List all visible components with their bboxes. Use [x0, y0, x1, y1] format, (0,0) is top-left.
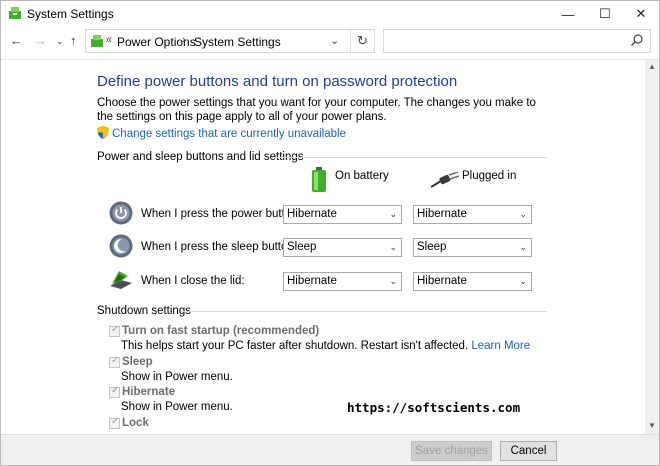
laptop-lid-icon	[110, 271, 132, 289]
scroll-down-icon[interactable]: ▼	[648, 421, 656, 430]
column-plugged-in: Plugged in	[462, 170, 517, 182]
fast-startup-checkbox[interactable]	[109, 324, 120, 337]
scroll-up-icon[interactable]: ▲	[648, 62, 656, 71]
chevron-down-icon: ⌄	[519, 209, 527, 219]
hibernate-checkbox[interactable]	[109, 385, 120, 398]
fast-startup-desc: This helps start your PC faster after sh…	[121, 340, 530, 352]
select-value: Hibernate	[287, 208, 337, 220]
lock-label[interactable]: Lock	[122, 417, 149, 429]
learn-more-link[interactable]: Learn More	[471, 340, 530, 352]
chevron-down-icon: ⌄	[519, 276, 527, 286]
change-settings-link[interactable]: Change settings that are currently unava…	[97, 126, 346, 140]
control-panel-icon	[91, 35, 103, 47]
change-settings-label[interactable]: Change settings that are currently unava…	[112, 128, 346, 140]
watermark-text: https://softscients.com	[347, 400, 521, 415]
window-title: System Settings	[27, 7, 114, 21]
search-icon[interactable]	[630, 33, 644, 47]
hibernate-label[interactable]: Hibernate	[122, 386, 175, 398]
address-dropdown-icon[interactable]: ⌄	[330, 34, 339, 47]
sleep-desc: Show in Power menu.	[121, 371, 233, 383]
hibernate-desc: Show in Power menu.	[121, 401, 233, 413]
power-button-label: When I press the power button:	[141, 208, 301, 220]
maximize-button[interactable]: ☐	[586, 1, 624, 27]
search-input[interactable]	[383, 29, 651, 53]
close-lid-plugged-select[interactable]: Hibernate ⌄	[413, 272, 532, 291]
navigation-bar: ← → ⌄ ↑ « Power Options › System Setting…	[1, 27, 659, 57]
select-value: Hibernate	[287, 275, 337, 287]
address-overflow-icon[interactable]: «	[106, 34, 112, 46]
breadcrumb-separator-icon[interactable]: ›	[182, 34, 186, 46]
section-divider	[181, 311, 547, 312]
save-changes-button[interactable]: Save changes	[411, 441, 492, 461]
battery-icon	[312, 167, 326, 192]
close-lid-battery-select[interactable]: Hibernate ⌄	[283, 272, 402, 291]
select-value: Hibernate	[417, 275, 467, 287]
sleep-button-label: When I press the sleep button:	[141, 241, 297, 253]
power-button-battery-select[interactable]: Hibernate ⌄	[283, 205, 402, 224]
title-bar: System Settings — ☐ ✕	[1, 1, 659, 27]
address-bar[interactable]: « Power Options › System Settings ⌄	[85, 29, 351, 53]
chevron-down-icon: ⌄	[389, 209, 397, 219]
footer-bar: Save changes Cancel	[1, 434, 659, 465]
chevron-down-icon: ⌄	[389, 242, 397, 252]
power-button-icon	[109, 201, 133, 225]
sleep-button-icon	[109, 234, 133, 258]
back-icon[interactable]: ←	[10, 33, 23, 48]
intro-text: Choose the power settings that you want …	[97, 97, 536, 123]
uac-shield-icon	[97, 126, 109, 139]
minimize-button[interactable]: —	[549, 1, 587, 27]
close-lid-label: When I close the lid:	[141, 275, 245, 287]
sleep-checkbox[interactable]	[109, 355, 120, 368]
breadcrumb-system-settings[interactable]: System Settings	[194, 35, 281, 49]
window: System Settings — ☐ ✕ ← → ⌄ ↑ « Power Op…	[0, 0, 660, 466]
shutdown-section-title: Shutdown settings	[97, 305, 191, 317]
settings-content: Define power buttons and turn on passwor…	[1, 60, 659, 434]
up-icon[interactable]: ↑	[70, 33, 77, 48]
sleep-button-plugged-select[interactable]: Sleep ⌄	[413, 238, 532, 257]
forward-icon[interactable]: →	[34, 33, 47, 48]
page-title: Define power buttons and turn on passwor…	[97, 73, 458, 90]
cancel-button[interactable]: Cancel	[500, 441, 557, 461]
fast-startup-desc-text: This helps start your PC faster after sh…	[121, 340, 469, 352]
power-button-plugged-select[interactable]: Hibernate ⌄	[413, 205, 532, 224]
recent-locations-icon[interactable]: ⌄	[56, 36, 64, 47]
chevron-down-icon: ⌄	[389, 276, 397, 286]
section-divider	[271, 157, 547, 158]
power-options-icon	[9, 7, 21, 19]
column-on-battery: On battery	[335, 170, 389, 182]
sleep-button-battery-select[interactable]: Sleep ⌄	[283, 238, 402, 257]
select-value: Sleep	[417, 241, 447, 253]
refresh-icon[interactable]: ↻	[351, 29, 375, 53]
lock-checkbox[interactable]	[109, 416, 120, 429]
chevron-down-icon: ⌄	[519, 242, 527, 252]
close-button[interactable]: ✕	[622, 1, 660, 27]
vertical-scrollbar[interactable]: ▲ ▼	[645, 60, 659, 434]
select-value: Hibernate	[417, 208, 467, 220]
sleep-label[interactable]: Sleep	[122, 356, 153, 368]
fast-startup-label[interactable]: Turn on fast startup (recommended)	[122, 325, 319, 337]
plug-icon	[431, 172, 459, 188]
select-value: Sleep	[287, 241, 317, 253]
